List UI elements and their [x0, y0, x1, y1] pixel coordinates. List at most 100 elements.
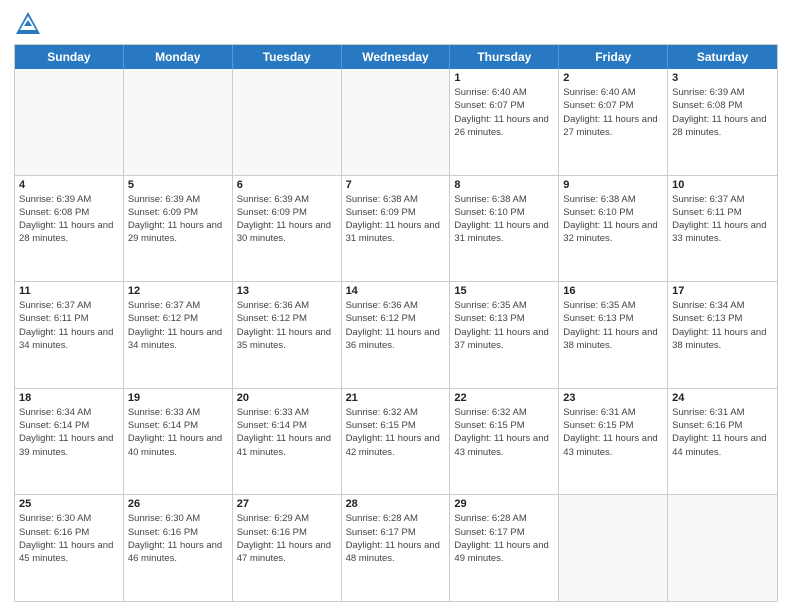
- calendar: SundayMondayTuesdayWednesdayThursdayFrid…: [14, 44, 778, 602]
- day-info: Sunrise: 6:39 AM Sunset: 6:09 PM Dayligh…: [237, 193, 337, 246]
- day-info: Sunrise: 6:40 AM Sunset: 6:07 PM Dayligh…: [563, 86, 663, 139]
- day-info: Sunrise: 6:29 AM Sunset: 6:16 PM Dayligh…: [237, 512, 337, 565]
- calendar-cell: [668, 495, 777, 601]
- day-info: Sunrise: 6:32 AM Sunset: 6:15 PM Dayligh…: [346, 406, 446, 459]
- logo-icon: [14, 10, 42, 38]
- day-number: 7: [346, 179, 446, 191]
- calendar-row-0: 1Sunrise: 6:40 AM Sunset: 6:07 PM Daylig…: [15, 69, 777, 175]
- calendar-cell: [15, 69, 124, 175]
- calendar-cell: 15 Sunrise: 6:35 AM Sunset: 6:13 PM Dayli…: [450, 282, 559, 388]
- day-number: 23: [563, 392, 663, 404]
- calendar-cell: 1Sunrise: 6:40 AM Sunset: 6:07 PM Daylig…: [450, 69, 559, 175]
- day-number: 13: [237, 285, 337, 297]
- calendar-cell: [342, 69, 451, 175]
- calendar-cell: 16Sunrise: 6:35 AM Sunset: 6:13 PM Dayli…: [559, 282, 668, 388]
- calendar-cell: 10 Sunrise: 6:37 AM Sunset: 6:11 PM Dayli…: [668, 176, 777, 282]
- day-info: Sunrise: 6:30 AM Sunset: 6:16 PM Dayligh…: [128, 512, 228, 565]
- calendar-cell: 18Sunrise: 6:34 AM Sunset: 6:14 PM Dayli…: [15, 389, 124, 495]
- calendar-header: SundayMondayTuesdayWednesdayThursdayFrid…: [15, 45, 777, 69]
- weekday-header-monday: Monday: [124, 45, 233, 69]
- day-number: 25: [19, 498, 119, 510]
- day-number: 3: [672, 72, 773, 84]
- calendar-cell: [233, 69, 342, 175]
- day-info: Sunrise: 6:37 AM Sunset: 6:12 PM Dayligh…: [128, 299, 228, 352]
- day-number: 29: [454, 498, 554, 510]
- day-info: Sunrise: 6:39 AM Sunset: 6:08 PM Dayligh…: [19, 193, 119, 246]
- calendar-cell: 2 Sunrise: 6:40 AM Sunset: 6:07 PM Daylig…: [559, 69, 668, 175]
- calendar-cell: 12 Sunrise: 6:37 AM Sunset: 6:12 PM Dayli…: [124, 282, 233, 388]
- day-number: 17: [672, 285, 773, 297]
- calendar-cell: 7 Sunrise: 6:38 AM Sunset: 6:09 PM Daylig…: [342, 176, 451, 282]
- calendar-cell: 20 Sunrise: 6:33 AM Sunset: 6:14 PM Dayli…: [233, 389, 342, 495]
- weekday-header-sunday: Sunday: [15, 45, 124, 69]
- calendar-row-1: 4Sunrise: 6:39 AM Sunset: 6:08 PM Daylig…: [15, 175, 777, 282]
- calendar-cell: 22Sunrise: 6:32 AM Sunset: 6:15 PM Dayli…: [450, 389, 559, 495]
- calendar-cell: 5Sunrise: 6:39 AM Sunset: 6:09 PM Daylig…: [124, 176, 233, 282]
- calendar-cell: 14Sunrise: 6:36 AM Sunset: 6:12 PM Dayli…: [342, 282, 451, 388]
- weekday-header-friday: Friday: [559, 45, 668, 69]
- day-number: 9: [563, 179, 663, 191]
- day-info: Sunrise: 6:37 AM Sunset: 6:11 PM Dayligh…: [672, 193, 773, 246]
- day-info: Sunrise: 6:34 AM Sunset: 6:14 PM Dayligh…: [19, 406, 119, 459]
- day-number: 2: [563, 72, 663, 84]
- calendar-cell: 25 Sunrise: 6:30 AM Sunset: 6:16 PM Dayli…: [15, 495, 124, 601]
- weekday-header-thursday: Thursday: [450, 45, 559, 69]
- weekday-header-wednesday: Wednesday: [342, 45, 451, 69]
- day-info: Sunrise: 6:31 AM Sunset: 6:15 PM Dayligh…: [563, 406, 663, 459]
- day-info: Sunrise: 6:38 AM Sunset: 6:10 PM Dayligh…: [563, 193, 663, 246]
- calendar-cell: 21Sunrise: 6:32 AM Sunset: 6:15 PM Dayli…: [342, 389, 451, 495]
- calendar-cell: 13 Sunrise: 6:36 AM Sunset: 6:12 PM Dayli…: [233, 282, 342, 388]
- day-info: Sunrise: 6:34 AM Sunset: 6:13 PM Dayligh…: [672, 299, 773, 352]
- day-info: Sunrise: 6:31 AM Sunset: 6:16 PM Dayligh…: [672, 406, 773, 459]
- day-info: Sunrise: 6:38 AM Sunset: 6:10 PM Dayligh…: [454, 193, 554, 246]
- day-number: 28: [346, 498, 446, 510]
- calendar-cell: 9 Sunrise: 6:38 AM Sunset: 6:10 PM Daylig…: [559, 176, 668, 282]
- calendar-cell: 23 Sunrise: 6:31 AM Sunset: 6:15 PM Dayli…: [559, 389, 668, 495]
- calendar-cell: 11Sunrise: 6:37 AM Sunset: 6:11 PM Dayli…: [15, 282, 124, 388]
- day-info: Sunrise: 6:30 AM Sunset: 6:16 PM Dayligh…: [19, 512, 119, 565]
- day-info: Sunrise: 6:40 AM Sunset: 6:07 PM Dayligh…: [454, 86, 554, 139]
- calendar-cell: 26Sunrise: 6:30 AM Sunset: 6:16 PM Dayli…: [124, 495, 233, 601]
- day-info: Sunrise: 6:35 AM Sunset: 6:13 PM Dayligh…: [454, 299, 554, 352]
- calendar-cell: 19 Sunrise: 6:33 AM Sunset: 6:14 PM Dayli…: [124, 389, 233, 495]
- day-number: 8: [454, 179, 554, 191]
- day-info: Sunrise: 6:39 AM Sunset: 6:08 PM Dayligh…: [672, 86, 773, 139]
- calendar-cell: 8 Sunrise: 6:38 AM Sunset: 6:10 PM Daylig…: [450, 176, 559, 282]
- day-info: Sunrise: 6:33 AM Sunset: 6:14 PM Dayligh…: [128, 406, 228, 459]
- calendar-row-2: 11Sunrise: 6:37 AM Sunset: 6:11 PM Dayli…: [15, 281, 777, 388]
- calendar-cell: 28 Sunrise: 6:28 AM Sunset: 6:17 PM Dayli…: [342, 495, 451, 601]
- page-header: [14, 10, 778, 38]
- day-number: 19: [128, 392, 228, 404]
- day-number: 5: [128, 179, 228, 191]
- calendar-cell: 17 Sunrise: 6:34 AM Sunset: 6:13 PM Dayli…: [668, 282, 777, 388]
- calendar-cell: 3 Sunrise: 6:39 AM Sunset: 6:08 PM Daylig…: [668, 69, 777, 175]
- day-info: Sunrise: 6:36 AM Sunset: 6:12 PM Dayligh…: [237, 299, 337, 352]
- day-number: 6: [237, 179, 337, 191]
- day-info: Sunrise: 6:38 AM Sunset: 6:09 PM Dayligh…: [346, 193, 446, 246]
- day-number: 24: [672, 392, 773, 404]
- calendar-cell: 29 Sunrise: 6:28 AM Sunset: 6:17 PM Dayli…: [450, 495, 559, 601]
- day-info: Sunrise: 6:33 AM Sunset: 6:14 PM Dayligh…: [237, 406, 337, 459]
- calendar-cell: [124, 69, 233, 175]
- day-number: 22: [454, 392, 554, 404]
- calendar-row-3: 18Sunrise: 6:34 AM Sunset: 6:14 PM Dayli…: [15, 388, 777, 495]
- calendar-row-4: 25 Sunrise: 6:30 AM Sunset: 6:16 PM Dayli…: [15, 494, 777, 601]
- calendar-cell: 24 Sunrise: 6:31 AM Sunset: 6:16 PM Dayli…: [668, 389, 777, 495]
- calendar-cell: 6 Sunrise: 6:39 AM Sunset: 6:09 PM Daylig…: [233, 176, 342, 282]
- logo: [14, 10, 46, 38]
- day-number: 11: [19, 285, 119, 297]
- day-info: Sunrise: 6:28 AM Sunset: 6:17 PM Dayligh…: [346, 512, 446, 565]
- calendar-cell: 4Sunrise: 6:39 AM Sunset: 6:08 PM Daylig…: [15, 176, 124, 282]
- weekday-header-saturday: Saturday: [668, 45, 777, 69]
- day-number: 10: [672, 179, 773, 191]
- day-number: 20: [237, 392, 337, 404]
- day-number: 15: [454, 285, 554, 297]
- calendar-body: 1Sunrise: 6:40 AM Sunset: 6:07 PM Daylig…: [15, 69, 777, 601]
- day-info: Sunrise: 6:28 AM Sunset: 6:17 PM Dayligh…: [454, 512, 554, 565]
- weekday-header-tuesday: Tuesday: [233, 45, 342, 69]
- day-number: 16: [563, 285, 663, 297]
- day-number: 27: [237, 498, 337, 510]
- calendar-cell: 27 Sunrise: 6:29 AM Sunset: 6:16 PM Dayli…: [233, 495, 342, 601]
- day-number: 12: [128, 285, 228, 297]
- day-number: 14: [346, 285, 446, 297]
